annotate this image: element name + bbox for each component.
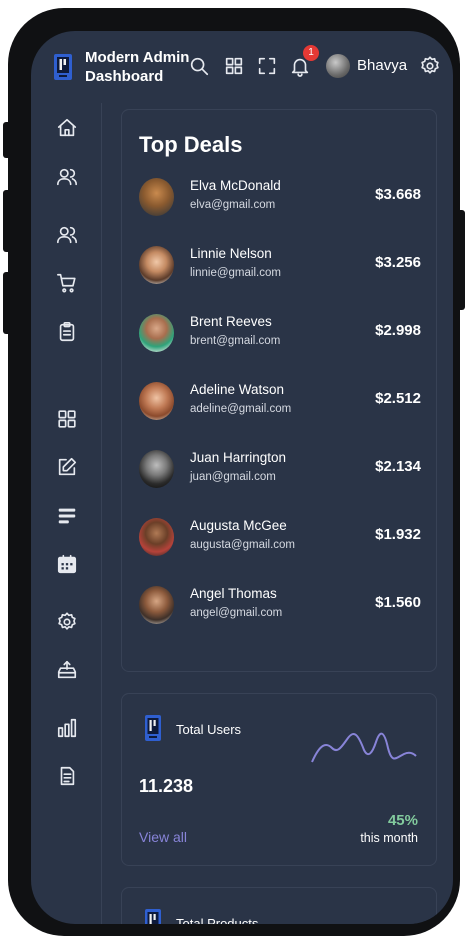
bars-icon[interactable] bbox=[56, 505, 78, 527]
total-products-card: Total Products bbox=[121, 887, 437, 924]
grid-icon[interactable] bbox=[56, 408, 78, 430]
notification-badge: 1 bbox=[303, 45, 319, 61]
list-item[interactable]: Elva McDonald elva@gmail.com $3.668 bbox=[139, 176, 421, 220]
profile-icon[interactable] bbox=[56, 166, 78, 188]
deal-amount: $2.998 bbox=[375, 322, 421, 339]
deal-email: adeline@gmail.com bbox=[190, 403, 292, 415]
list-item[interactable]: Linnie Nelson linnie@gmail.com $3.256 bbox=[139, 244, 421, 288]
deal-email: juan@gmail.com bbox=[190, 471, 276, 483]
list-item[interactable]: Adeline Watson adeline@gmail.com $2.512 bbox=[139, 380, 421, 424]
edit-icon[interactable] bbox=[56, 456, 78, 478]
total-products-title: Total Products bbox=[176, 916, 259, 924]
avatar bbox=[139, 450, 174, 488]
list-item[interactable]: Juan Harrington juan@gmail.com $2.134 bbox=[139, 448, 421, 492]
total-users-title: Total Users bbox=[176, 722, 242, 737]
deal-amount: $2.134 bbox=[375, 458, 421, 475]
deal-name: Angel Thomas bbox=[190, 586, 277, 601]
user-name[interactable]: Bhavya bbox=[357, 57, 407, 74]
deal-amount: $3.668 bbox=[375, 186, 421, 203]
document-icon[interactable] bbox=[56, 765, 78, 787]
users-sparkline bbox=[311, 732, 417, 763]
avatar bbox=[139, 178, 174, 216]
avatar[interactable] bbox=[326, 54, 350, 78]
deal-name: Elva McDonald bbox=[190, 178, 281, 193]
top-deals-title: Top Deals bbox=[139, 132, 243, 157]
deal-name: Adeline Watson bbox=[190, 382, 285, 397]
settings-icon[interactable] bbox=[419, 55, 441, 77]
list-item[interactable]: Angel Thomas angel@gmail.com $1.560 bbox=[139, 584, 421, 628]
list-item[interactable]: Brent Reeves brent@gmail.com $2.998 bbox=[139, 312, 421, 356]
apps-icon[interactable] bbox=[223, 55, 245, 77]
total-users-card: Total Users 11.238 View all 45% this mon… bbox=[121, 693, 437, 866]
deal-name: Augusta McGee bbox=[190, 518, 287, 533]
view-all-link[interactable]: View all bbox=[139, 829, 187, 845]
top-bar: Modern Admin Dashboard 1 Bhavya bbox=[31, 31, 453, 111]
sidebar-divider bbox=[101, 103, 102, 924]
deal-amount: $2.512 bbox=[375, 390, 421, 407]
cart-icon[interactable] bbox=[56, 272, 78, 294]
top-deals-card: Top Deals Elva McDonald elva@gmail.com $… bbox=[121, 109, 437, 672]
chart-icon[interactable] bbox=[56, 717, 78, 739]
avatar bbox=[139, 518, 174, 556]
deal-name: Brent Reeves bbox=[190, 314, 272, 329]
deal-email: angel@gmail.com bbox=[190, 607, 283, 619]
deal-email: augusta@gmail.com bbox=[190, 539, 295, 551]
search-icon[interactable] bbox=[188, 55, 210, 77]
calendar-icon[interactable] bbox=[56, 553, 78, 575]
avatar bbox=[139, 586, 174, 624]
deal-name: Linnie Nelson bbox=[190, 246, 272, 261]
avatar bbox=[139, 382, 174, 420]
gear-icon[interactable] bbox=[56, 611, 78, 633]
products-box-icon bbox=[144, 908, 162, 924]
logo-icon[interactable] bbox=[53, 53, 73, 81]
deal-email: elva@gmail.com bbox=[190, 199, 276, 211]
total-users-value: 11.238 bbox=[139, 776, 194, 796]
app-title: Modern Admin Dashboard bbox=[85, 49, 190, 85]
clipboard-icon[interactable] bbox=[56, 321, 78, 343]
deal-name: Juan Harrington bbox=[190, 450, 287, 465]
avatar bbox=[139, 314, 174, 352]
deal-email: brent@gmail.com bbox=[190, 335, 281, 347]
users-period: this month bbox=[360, 831, 418, 845]
users-icon[interactable] bbox=[56, 224, 78, 246]
app-screen: Modern Admin Dashboard 1 Bhavya Top Deal… bbox=[31, 31, 453, 924]
upload-icon[interactable] bbox=[56, 659, 78, 681]
users-box-icon bbox=[144, 714, 162, 742]
avatar bbox=[139, 246, 174, 284]
deal-email: linnie@gmail.com bbox=[190, 267, 281, 279]
home-icon[interactable] bbox=[56, 117, 78, 139]
list-item[interactable]: Augusta McGee augusta@gmail.com $1.932 bbox=[139, 516, 421, 560]
deal-amount: $1.932 bbox=[375, 526, 421, 543]
phone-frame: Modern Admin Dashboard 1 Bhavya Top Deal… bbox=[8, 8, 460, 936]
fullscreen-icon[interactable] bbox=[256, 55, 278, 77]
deal-amount: $1.560 bbox=[375, 594, 421, 611]
deal-amount: $3.256 bbox=[375, 254, 421, 271]
users-percent: 45% bbox=[387, 812, 418, 829]
